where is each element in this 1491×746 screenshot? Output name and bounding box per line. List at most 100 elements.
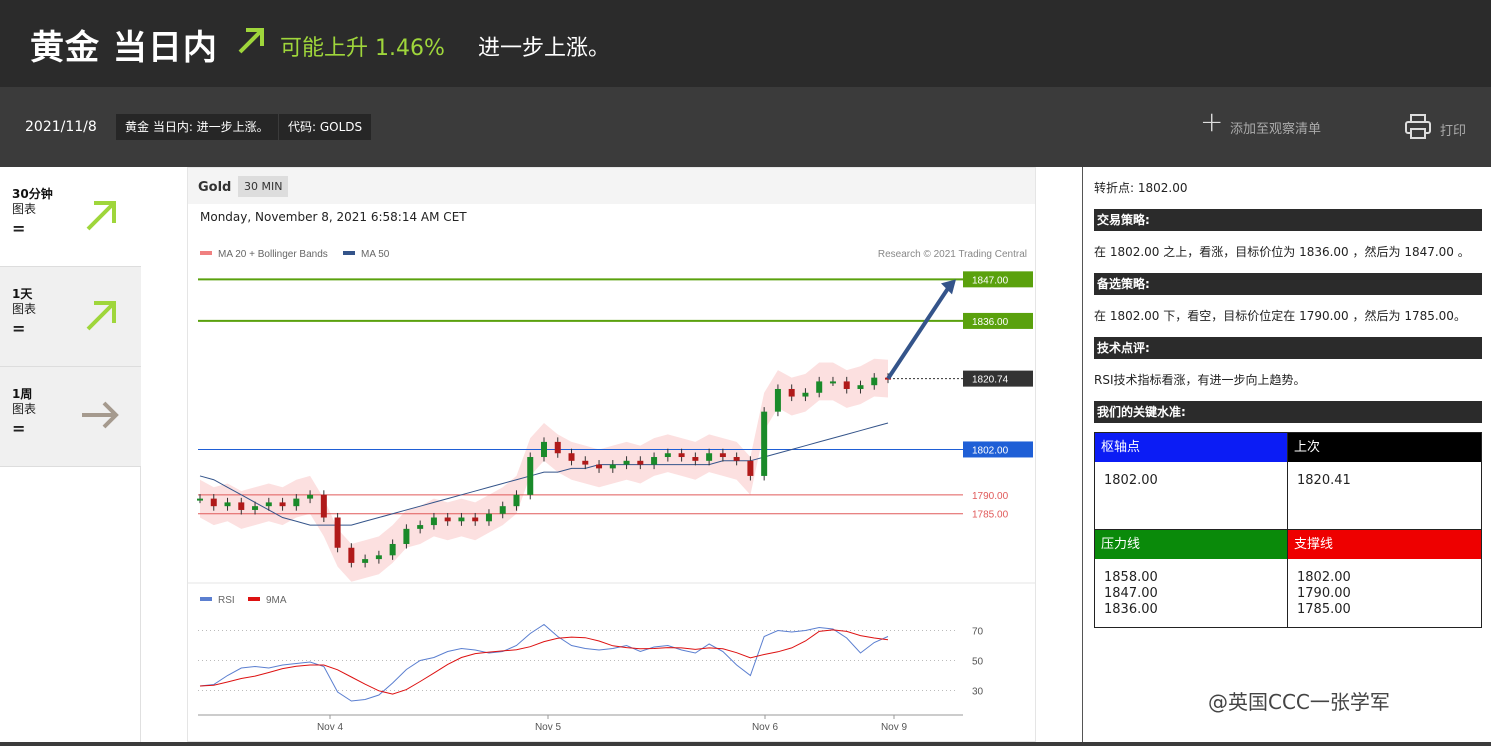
- candle-body: [499, 506, 506, 514]
- comment-text: RSI技术指标看涨，有进一步向上趋势。: [1094, 373, 1306, 387]
- key-levels-table: 枢轴点 上次 1802.00 1820.41 压力线 支撑线 1858.00 1…: [1094, 432, 1482, 628]
- candle-body: [307, 494, 314, 499]
- timeframe-30min[interactable]: 30分钟 图表 =: [0, 167, 141, 267]
- analysis-panel: 转折点: 1802.00 交易策略: 在 1802.00 之上，看涨，目标价位为…: [1082, 167, 1491, 746]
- resistance-header: 压力线: [1095, 530, 1287, 559]
- right-arrow-icon: [82, 401, 119, 429]
- up-right-arrow-icon: [86, 301, 116, 331]
- candle-body: [430, 517, 437, 526]
- ma50-legend-swatch: [343, 251, 355, 255]
- candle-body: [816, 381, 823, 393]
- strategy-heading: 交易策略:: [1094, 209, 1482, 231]
- candle-body: [871, 377, 878, 386]
- candle-body: [293, 498, 300, 507]
- timeframe-1day[interactable]: 1天 图表 =: [0, 267, 141, 367]
- print-label: 打印: [1440, 124, 1467, 139]
- support-1: 1802.00: [1297, 570, 1351, 585]
- printer-icon: [1405, 114, 1431, 139]
- table-divider-vertical: [1287, 433, 1288, 627]
- candle-body: [485, 513, 492, 522]
- report-date: 2021/11/8: [25, 119, 97, 135]
- price-chart: MA 20 + Bollinger Bands MA 50 Research © 2…: [188, 249, 1035, 733]
- candle-body: [733, 457, 740, 461]
- timeframe-sub: 图表: [12, 202, 37, 216]
- candle-body: [692, 457, 699, 461]
- candle-body: [197, 498, 203, 501]
- candle-body: [362, 559, 369, 563]
- ma50-legend-label: MA 50: [361, 249, 390, 260]
- timeframe-sub: 图表: [12, 402, 37, 416]
- rsi-legend-swatch: [200, 597, 212, 601]
- candle-body: [541, 441, 547, 458]
- rsi-tick-label: 50: [972, 657, 984, 668]
- last-value: 1820.41: [1297, 473, 1351, 488]
- comment-heading: 技术点评:: [1094, 337, 1482, 359]
- watermark: @英国CCC一张学军: [1208, 690, 1390, 714]
- pivot-header: 枢轴点: [1095, 433, 1287, 462]
- timeframe-sidebar: 30分钟 图表 = 1天 图表 = 1周 图表 =: [0, 167, 141, 746]
- print-button[interactable]: 打印: [1404, 113, 1466, 145]
- candle-body: [375, 555, 382, 560]
- x-tick-label: Nov 4: [317, 722, 344, 733]
- candle-body: [609, 464, 616, 469]
- prediction-text: 可能上升 1.46%: [280, 36, 445, 61]
- timeframe-1week[interactable]: 1周 图表 =: [0, 367, 141, 467]
- table-divider-horizontal: [1095, 529, 1481, 530]
- strategy-text: 在 1802.00 之上，看涨，目标价位为 1836.00 ，然后为 1847.…: [1094, 245, 1470, 259]
- code-chip: 代码: GOLDS: [279, 114, 372, 140]
- level-label: 1790.00: [972, 491, 1009, 502]
- level-label: 1785.00: [972, 510, 1009, 521]
- timeframe-eq: =: [12, 419, 26, 438]
- ma20-legend-label: MA 20 + Bollinger Bands: [218, 249, 328, 260]
- pivot-line: 转折点: 1802.00: [1094, 181, 1188, 195]
- candle-body: [417, 525, 424, 529]
- level-label: 1836.00: [972, 317, 1009, 328]
- candle-body: [664, 453, 671, 458]
- candle-body: [554, 441, 561, 454]
- candle-body: [788, 388, 795, 397]
- candle-body: [403, 528, 410, 544]
- ma20-legend-swatch: [200, 251, 212, 255]
- plus-icon: +: [1200, 105, 1224, 138]
- candle-body: [513, 494, 520, 507]
- pivot-value: 1802.00: [1104, 473, 1158, 488]
- bottom-bar: [0, 742, 1491, 746]
- info-bar: 2021/11/8 黄金 当日内: 进一步上涨。 代码: GOLDS + 添加至…: [0, 87, 1491, 167]
- up-right-arrow-icon: [238, 28, 264, 54]
- candle-body: [843, 381, 850, 389]
- candle-body: [761, 411, 768, 476]
- candle-body: [238, 502, 245, 510]
- candle-body: [458, 517, 465, 522]
- candle-body: [210, 498, 217, 507]
- rsi-tick-label: 30: [972, 687, 984, 698]
- timeframe-eq: =: [12, 319, 26, 338]
- candle-body: [334, 517, 341, 548]
- candle-body: [802, 392, 809, 397]
- chart-panel: Gold 30 MIN Monday, November 8, 2021 6:5…: [187, 167, 1036, 742]
- candle-body: [389, 543, 396, 556]
- candle-body: [774, 388, 781, 412]
- research-credit: Research © 2021 Trading Central: [878, 249, 1027, 260]
- level-label: 1802.00: [972, 445, 1009, 456]
- candle-body: [252, 506, 259, 510]
- resistance-1: 1858.00: [1104, 570, 1158, 585]
- candle-body: [320, 494, 327, 518]
- level-label: 1820.74: [972, 375, 1009, 386]
- up-right-arrow-icon: [86, 201, 116, 231]
- candle-body: [472, 517, 479, 522]
- rsi-line: [199, 623, 889, 702]
- support-2: 1790.00: [1297, 586, 1351, 601]
- resistance-3: 1836.00: [1104, 602, 1158, 617]
- candle-body: [829, 381, 836, 384]
- watchlist-label: 添加至观察清单: [1230, 122, 1322, 137]
- bollinger-band-area: [200, 358, 888, 582]
- support-3: 1785.00: [1297, 602, 1351, 617]
- candle-body: [857, 385, 864, 389]
- candle-body: [568, 453, 575, 461]
- support-values: 1802.00 1790.00 1785.00: [1288, 570, 1351, 618]
- alt-strategy-heading: 备选策略:: [1094, 273, 1482, 295]
- prediction-tail: 进一步上涨。: [478, 36, 611, 61]
- candle-body: [651, 457, 658, 465]
- key-levels-heading: 我们的关键水准:: [1094, 401, 1482, 423]
- last-header: 上次: [1288, 433, 1481, 462]
